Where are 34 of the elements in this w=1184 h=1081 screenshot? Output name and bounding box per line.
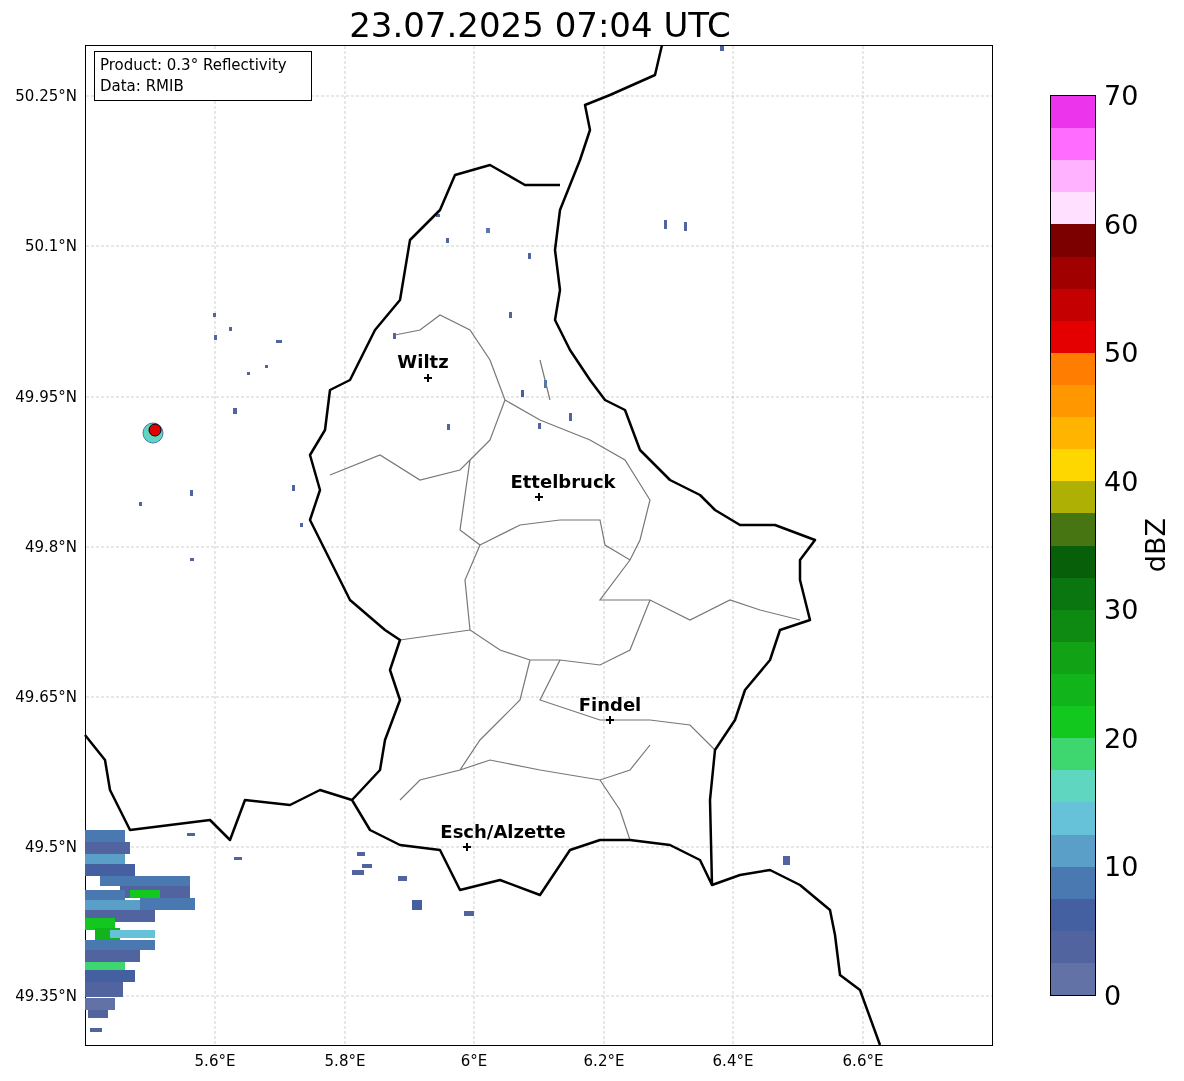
colorbar-tick-label: 60 — [1104, 210, 1139, 238]
city-label: Wiltz — [397, 351, 449, 372]
latitude-label: 50.1°N — [24, 237, 77, 255]
longitude-label: 6°E — [460, 1052, 488, 1070]
radar-site-icon — [148, 423, 162, 437]
city-label: Ettelbruck — [510, 471, 616, 492]
colorbar-tick-label: 70 — [1104, 82, 1139, 109]
longitude-label: 5.8°E — [324, 1052, 366, 1070]
colorbar-tick-label: 30 — [1104, 596, 1139, 624]
latitude-label: 49.35°N — [15, 987, 77, 1005]
city-label: Findel — [578, 694, 642, 715]
colorbar-tick-label: 40 — [1104, 467, 1139, 495]
city-label: Esch/Alzette — [440, 821, 566, 842]
city-marker-icon — [423, 373, 433, 383]
latitude-label: 49.95°N — [15, 388, 77, 406]
latitude-label: 49.8°N — [24, 538, 77, 556]
latitude-label: 49.5°N — [24, 838, 77, 856]
colorbar-tick-label: 10 — [1104, 853, 1139, 881]
info-text: Data: RMIB — [100, 77, 184, 95]
colorbar-label: dBZ — [1142, 518, 1169, 573]
latitude-label: 50.25°N — [15, 87, 77, 105]
colorbar-tick-label: 20 — [1104, 724, 1139, 752]
colorbar-tick-label: 50 — [1104, 339, 1139, 367]
latitude-label: 49.65°N — [15, 688, 77, 706]
city-marker-icon — [605, 715, 615, 725]
city-marker-icon — [534, 492, 544, 502]
plot-title: 23.07.2025 07:04 UTC — [349, 7, 731, 42]
colorbar-tick-label: 0 — [1104, 982, 1122, 1009]
longitude-label: 5.6°E — [194, 1052, 236, 1070]
city-marker-icon — [462, 842, 472, 852]
longitude-label: 6.2°E — [583, 1052, 625, 1070]
info-text: Product: 0.3° Reflectivity — [100, 56, 287, 74]
longitude-label: 6.4°E — [712, 1052, 754, 1070]
longitude-label: 6.6°E — [842, 1052, 884, 1070]
